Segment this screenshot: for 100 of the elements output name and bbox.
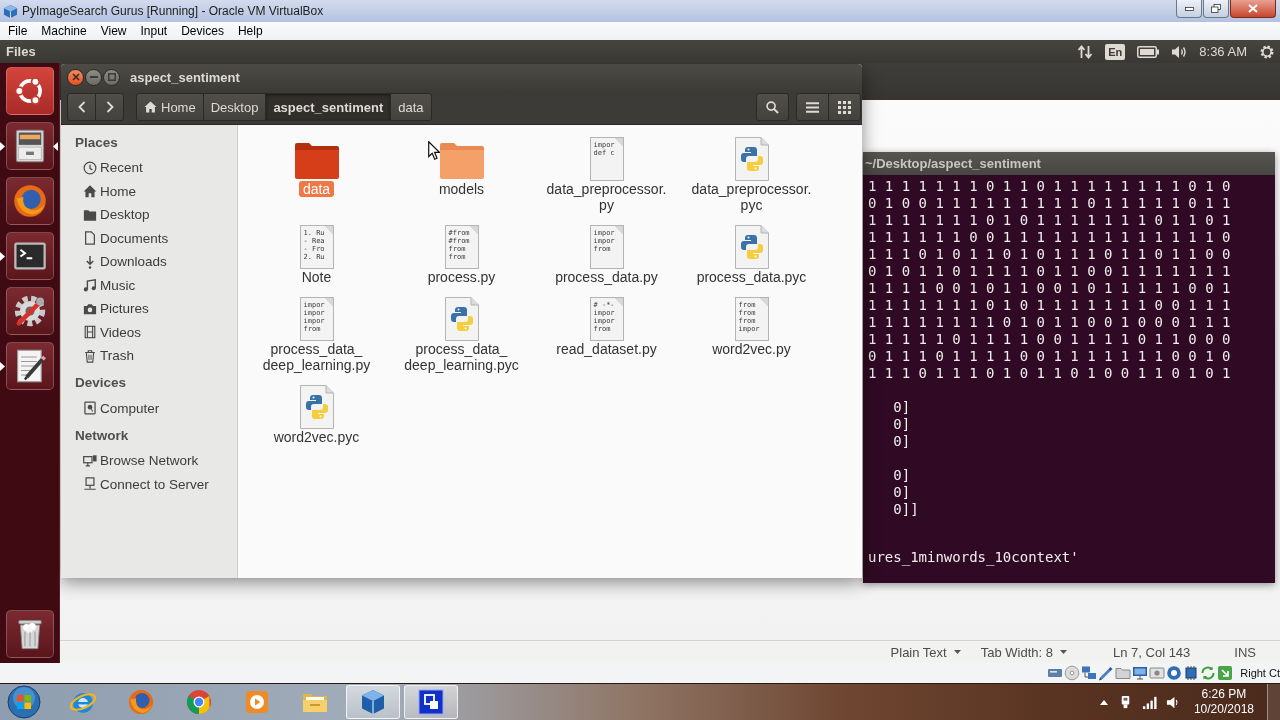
forward-button[interactable]	[95, 93, 124, 121]
file-name[interactable]: models	[437, 181, 486, 197]
file-name[interactable]: process.py	[426, 269, 497, 285]
terminal-line: 0]]	[893, 501, 919, 517]
sidebar-item[interactable]: Videos	[61, 320, 237, 344]
file-name[interactable]: read_dataset.py	[555, 341, 658, 357]
file-name[interactable]: word2vec.py	[711, 341, 792, 357]
volume-icon[interactable]	[1171, 43, 1188, 60]
show-desktop-button[interactable]	[1267, 684, 1280, 720]
sidebar-item[interactable]: Music	[61, 273, 237, 297]
transfer-arrows-icon[interactable]	[1077, 43, 1094, 60]
minimize-button[interactable]	[85, 68, 102, 86]
sidebar-item[interactable]: Connect to Server	[61, 472, 237, 496]
sidebar-item[interactable]: Browse Network	[61, 449, 237, 473]
maximize-icon	[107, 73, 116, 81]
sidebar-item[interactable]: Pictures	[61, 297, 237, 321]
launcher-button[interactable]	[5, 342, 54, 390]
file-name[interactable]: Note	[300, 269, 333, 285]
python-file-icon[interactable]	[734, 225, 769, 269]
download-icon	[83, 254, 97, 269]
taskbar-button[interactable]	[346, 685, 400, 719]
sidebar-item[interactable]: Home	[61, 179, 237, 203]
settings-icon[interactable]	[1259, 43, 1275, 60]
terminal-line: 1 1 1 1 0 0 1 0 1 1 0 0 1 0 1 1 1 1 1 0 0 1	[868, 280, 1231, 296]
path-button[interactable]: Desktop	[202, 93, 267, 121]
python-file-icon[interactable]	[444, 297, 479, 341]
pen-icon[interactable]	[1098, 665, 1115, 681]
terminal-line: 1 1 1 0 1 1 1 0 1 0 1 1 0 1 0 0 1 1 0 1 0 1	[868, 365, 1231, 381]
python-file-icon[interactable]	[299, 385, 334, 429]
terminal-line: 1 1 1 1 1 1 1 0 1 0 1 1 1 1 1 1 1 0 0 1 1 1	[868, 297, 1231, 313]
file-name[interactable]: word2vec.pyc	[272, 429, 361, 445]
menu-item[interactable]: Machine	[34, 22, 94, 40]
insert-mode: INS	[1234, 644, 1256, 660]
network-icon[interactable]	[1081, 665, 1098, 681]
chevron-left-icon	[77, 101, 86, 113]
sidebar-item[interactable]: Downloads	[61, 250, 237, 274]
drive-icon	[83, 401, 97, 416]
sidebar-item[interactable]: Recent	[61, 156, 237, 180]
search-button[interactable]	[756, 93, 789, 121]
file-name[interactable]: process_data.py	[554, 269, 659, 285]
python-file-icon[interactable]	[734, 137, 769, 181]
show-hidden-icons-button[interactable]	[1098, 699, 1109, 705]
menu-item[interactable]: Devices	[174, 22, 231, 40]
home-icon	[83, 184, 97, 199]
ring-icon[interactable]	[1166, 665, 1183, 681]
path-button[interactable]: Home	[136, 93, 204, 121]
menu-item[interactable]: View	[93, 22, 134, 40]
folder-icon[interactable]	[1115, 665, 1132, 681]
launcher-button[interactable]	[5, 287, 54, 335]
launcher-button[interactable]	[5, 177, 54, 225]
sidebar-item[interactable]: Documents	[61, 226, 237, 250]
start-button[interactable]	[7, 685, 41, 719]
folder-icon[interactable]	[293, 142, 340, 180]
launcher-button[interactable]	[5, 232, 54, 280]
refresh-icon[interactable]	[1200, 665, 1217, 681]
language-dropdown[interactable]: Plain Text	[880, 642, 971, 662]
sidebar-heading: Devices	[75, 375, 127, 390]
taskbar-button[interactable]	[404, 685, 458, 719]
clock-button[interactable]: 6:26 PM 10/20/2018	[1189, 687, 1258, 717]
menu-item[interactable]: Help	[230, 22, 270, 40]
monitor-icon[interactable]	[1132, 665, 1149, 681]
signal-bars-icon[interactable]	[1141, 694, 1157, 710]
record-icon[interactable]	[1149, 665, 1166, 681]
sidebar-item[interactable]: Trash	[61, 344, 237, 368]
close-button[interactable]	[67, 68, 84, 86]
list-view-button[interactable]	[796, 93, 829, 121]
cube-icon	[359, 688, 387, 716]
camera-icon	[83, 301, 97, 316]
menu-item[interactable]: File	[1, 22, 35, 40]
file-name[interactable]: data_preprocessor.py	[544, 181, 669, 213]
file-name[interactable]: process_data_deep_learning.py	[254, 341, 379, 373]
arrow-square-icon[interactable]	[1217, 665, 1234, 681]
close-button[interactable]	[1230, 0, 1276, 18]
keyboard-layout-button[interactable]: En	[1105, 43, 1126, 60]
launcher-button[interactable]	[5, 122, 54, 170]
grid-view-button[interactable]	[828, 93, 861, 121]
menu-item[interactable]: Input	[133, 22, 175, 40]
caret-up-icon	[1099, 699, 1108, 705]
disc-icon[interactable]	[1064, 665, 1081, 681]
sidebar-item[interactable]: Desktop	[61, 203, 237, 227]
tab-width-dropdown[interactable]: Tab Width: 8	[970, 642, 1077, 662]
battery-icon[interactable]	[1137, 45, 1160, 58]
clock-button[interactable]: 8:36 AM	[1199, 44, 1247, 59]
restore-button[interactable]	[1203, 0, 1229, 18]
launcher-button[interactable]	[5, 67, 54, 115]
file-name[interactable]: process_data_deep_learning.pyc	[399, 341, 524, 373]
launcher-button[interactable]	[5, 610, 54, 658]
sidebar-item[interactable]: Computer	[61, 396, 237, 420]
browser-icon	[185, 688, 213, 716]
path-button[interactable]: data	[390, 93, 432, 121]
media-player-icon	[243, 688, 271, 716]
file-name[interactable]: data_preprocessor.pyc	[689, 181, 814, 213]
path-button[interactable]: aspect_sentiment	[265, 93, 392, 121]
minimize-button[interactable]	[1176, 0, 1202, 18]
clock-icon	[83, 160, 97, 175]
list-icon	[806, 100, 819, 114]
maximize-button[interactable]	[103, 68, 120, 86]
back-button[interactable]	[67, 93, 96, 121]
chip-icon[interactable]	[1183, 665, 1200, 681]
file-name[interactable]: process_data.pyc	[695, 269, 808, 285]
